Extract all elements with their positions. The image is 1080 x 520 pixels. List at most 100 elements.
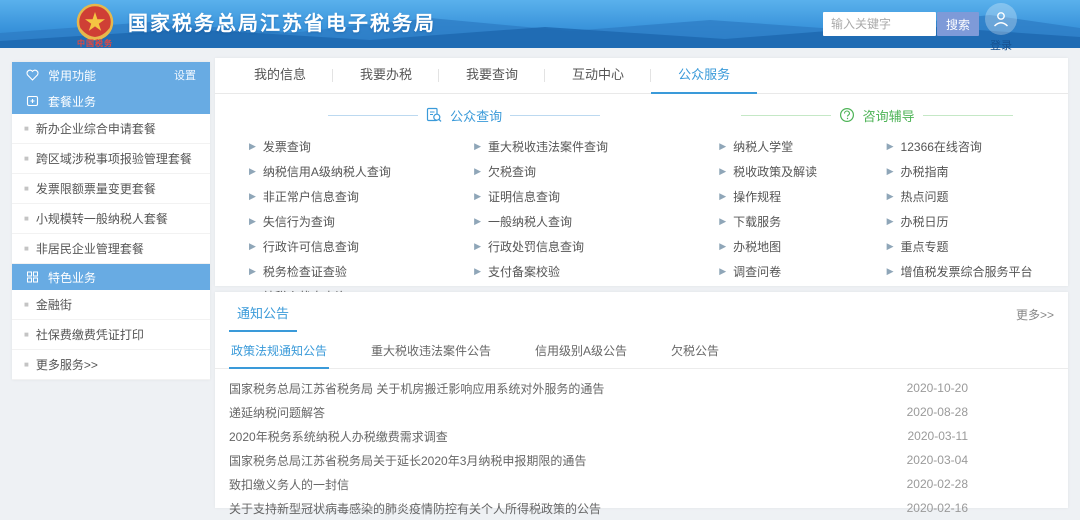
sidebar-item[interactable]: ■ 非居民企业管理套餐 [12, 234, 210, 264]
query-link-label: 纳税信用A级纳税人查询 [263, 163, 391, 180]
main-tab[interactable]: 我要办税 [333, 58, 439, 94]
sidebar-item[interactable]: ■ 发票限额票量变更套餐 [12, 174, 210, 204]
notice-title[interactable]: 关于支持新型冠状病毒感染的肺炎疫情防控有关个人所得税政策的公告 [229, 500, 601, 517]
sidebar-item[interactable]: ■ 金融街 [12, 290, 210, 320]
notice-date: 2020-02-16 [907, 501, 968, 515]
consult-link[interactable]: ▶ 热点问题 [887, 184, 1054, 209]
sidebar-header-label: 常用功能 [48, 67, 96, 84]
query-link[interactable]: ▶ 税务检查证查验 [249, 259, 474, 284]
query-link[interactable]: ▶ 支付备案校验 [474, 259, 699, 284]
public-services-panel: 我的信息我要办税我要查询互动中心公众服务 公众查询 ▶ 发票查询 [215, 58, 1068, 286]
user-avatar-button[interactable] [985, 3, 1017, 35]
notice-row[interactable]: 2020年税务系统纳税人办税缴费需求调查 2020-03-11 [229, 424, 1054, 448]
search-input[interactable] [823, 12, 936, 36]
bullet-icon: ■ [24, 154, 29, 163]
sidebar-header-common-functions[interactable]: 常用功能 设置 [12, 62, 210, 88]
consult-link[interactable]: ▶ 下载服务 [719, 209, 886, 234]
top-banner: 中国税务 国家税务总局江苏省电子税务局 搜索 [0, 0, 1080, 48]
consult-link[interactable]: ▶ 纳税人学堂 [719, 134, 886, 159]
sidebar-header-package-services[interactable]: 套餐业务 [12, 88, 210, 114]
main-tab[interactable]: 公众服务 [651, 58, 757, 94]
consult-link[interactable]: ▶ 12366在线咨询 [887, 134, 1054, 159]
sidebar-header-label: 套餐业务 [48, 93, 96, 110]
notice-title[interactable]: 致扣缴义务人的一封信 [229, 476, 349, 493]
bullet-icon: ■ [24, 214, 29, 223]
consult-link[interactable]: ▶ 办税地图 [719, 234, 886, 259]
triangle-right-icon: ▶ [719, 141, 726, 152]
sidebar-package-list: ■ 新办企业综合申请套餐 ■ 跨区域涉税事项报验管理套餐 ■ 发票限额票量变更套… [12, 114, 210, 264]
triangle-right-icon: ▶ [474, 266, 481, 277]
query-link-column-2: ▶ 重大税收违法案件查询 ▶ 欠税查询 ▶ 证明信息查询 ▶ 一般纳税人查询 ▶… [474, 134, 699, 309]
consult-link[interactable]: ▶ 增值税发票综合服务平台 [887, 259, 1054, 284]
consult-link[interactable]: ▶ 重点专题 [887, 234, 1054, 259]
notice-row[interactable]: 递延纳税问题解答 2020-08-28 [229, 400, 1054, 424]
query-link-column-1: ▶ 发票查询 ▶ 纳税信用A级纳税人查询 ▶ 非正常户信息查询 ▶ 失信行为查询… [249, 134, 474, 309]
query-link[interactable]: ▶ 重大税收违法案件查询 [474, 134, 699, 159]
consult-link-label: 操作规程 [733, 188, 781, 205]
bullet-icon: ■ [24, 184, 29, 193]
query-link[interactable]: ▶ 发票查询 [249, 134, 474, 159]
triangle-right-icon: ▶ [474, 191, 481, 202]
query-link[interactable]: ▶ 证明信息查询 [474, 184, 699, 209]
query-link[interactable]: ▶ 纳税信用A级纳税人查询 [249, 159, 474, 184]
query-link-label: 失信行为查询 [263, 213, 335, 230]
triangle-right-icon: ▶ [474, 241, 481, 252]
triangle-right-icon: ▶ [474, 166, 481, 177]
triangle-right-icon: ▶ [249, 216, 256, 227]
sidebar-item-label: 发票限额票量变更套餐 [36, 180, 156, 197]
query-link[interactable]: ▶ 行政许可信息查询 [249, 234, 474, 259]
settings-link[interactable]: 设置 [174, 67, 196, 83]
login-link[interactable]: 登录 [980, 37, 1022, 53]
notice-tab[interactable]: 重大税收违法案件公告 [369, 332, 493, 369]
query-link[interactable]: ▶ 非正常户信息查询 [249, 184, 474, 209]
consult-link[interactable]: ▶ 办税指南 [887, 159, 1054, 184]
notice-tab[interactable]: 欠税公告 [669, 332, 721, 369]
bullet-icon: ■ [24, 244, 29, 253]
triangle-right-icon: ▶ [887, 266, 894, 277]
query-link-label: 支付备案校验 [488, 263, 560, 280]
heart-icon [26, 69, 39, 81]
notice-title[interactable]: 国家税务总局江苏省税务局 关于机房搬迁影响应用系统对外服务的通告 [229, 380, 604, 397]
consult-link[interactable]: ▶ 操作规程 [719, 184, 886, 209]
triangle-right-icon: ▶ [719, 216, 726, 227]
notice-date: 2020-08-28 [907, 405, 968, 419]
consult-link-label: 重点专题 [901, 238, 949, 255]
sidebar: 常用功能 设置 套餐业务 ■ 新办企业综合申请套餐 ■ 跨区域涉税事项报验管理套… [12, 62, 210, 380]
query-link[interactable]: ▶ 失信行为查询 [249, 209, 474, 234]
notice-title[interactable]: 国家税务总局江苏省税务局关于延长2020年3月纳税申报期限的通告 [229, 452, 586, 469]
sidebar-header-special-services[interactable]: 特色业务 [12, 264, 210, 290]
consult-link-label: 办税地图 [733, 238, 781, 255]
notice-row[interactable]: 国家税务总局江苏省税务局 关于机房搬迁影响应用系统对外服务的通告 2020-10… [229, 376, 1054, 400]
notice-tab[interactable]: 信用级别A级公告 [533, 332, 629, 369]
notice-panel-title[interactable]: 通知公告 [229, 292, 297, 332]
search-document-icon [426, 107, 442, 123]
sidebar-item[interactable]: ■ 社保费缴费凭证打印 [12, 320, 210, 350]
triangle-right-icon: ▶ [719, 191, 726, 202]
sidebar-item[interactable]: ■ 更多服务>> [12, 350, 210, 380]
consult-link[interactable]: ▶ 调查问卷 [719, 259, 886, 284]
sidebar-item[interactable]: ■ 小规模转一般纳税人套餐 [12, 204, 210, 234]
triangle-right-icon: ▶ [249, 141, 256, 152]
more-link[interactable]: 更多>> [1016, 306, 1054, 332]
notice-title[interactable]: 2020年税务系统纳税人办税缴费需求调查 [229, 428, 448, 445]
main-tab[interactable]: 我要查询 [439, 58, 545, 94]
notice-row[interactable]: 致扣缴义务人的一封信 2020-02-28 [229, 472, 1054, 496]
consult-link[interactable]: ▶ 办税日历 [887, 209, 1054, 234]
notice-date: 2020-03-04 [907, 453, 968, 467]
main-tab[interactable]: 我的信息 [227, 58, 333, 94]
notice-row[interactable]: 关于支持新型冠状病毒感染的肺炎疫情防控有关个人所得税政策的公告 2020-02-… [229, 496, 1054, 520]
sidebar-item[interactable]: ■ 新办企业综合申请套餐 [12, 114, 210, 144]
consult-link-label: 12366在线咨询 [901, 138, 982, 155]
query-link[interactable]: ▶ 一般纳税人查询 [474, 209, 699, 234]
search-button[interactable]: 搜索 [937, 12, 979, 36]
notice-title[interactable]: 递延纳税问题解答 [229, 404, 325, 421]
sidebar-item-label: 更多服务>> [36, 356, 98, 373]
main-tab[interactable]: 互动中心 [545, 58, 651, 94]
divider-line [510, 115, 600, 116]
query-link[interactable]: ▶ 欠税查询 [474, 159, 699, 184]
consult-link[interactable]: ▶ 税收政策及解读 [719, 159, 886, 184]
query-link[interactable]: ▶ 行政处罚信息查询 [474, 234, 699, 259]
notice-tab[interactable]: 政策法规通知公告 [229, 332, 329, 369]
notice-row[interactable]: 国家税务总局江苏省税务局关于延长2020年3月纳税申报期限的通告 2020-03… [229, 448, 1054, 472]
sidebar-item[interactable]: ■ 跨区域涉税事项报验管理套餐 [12, 144, 210, 174]
